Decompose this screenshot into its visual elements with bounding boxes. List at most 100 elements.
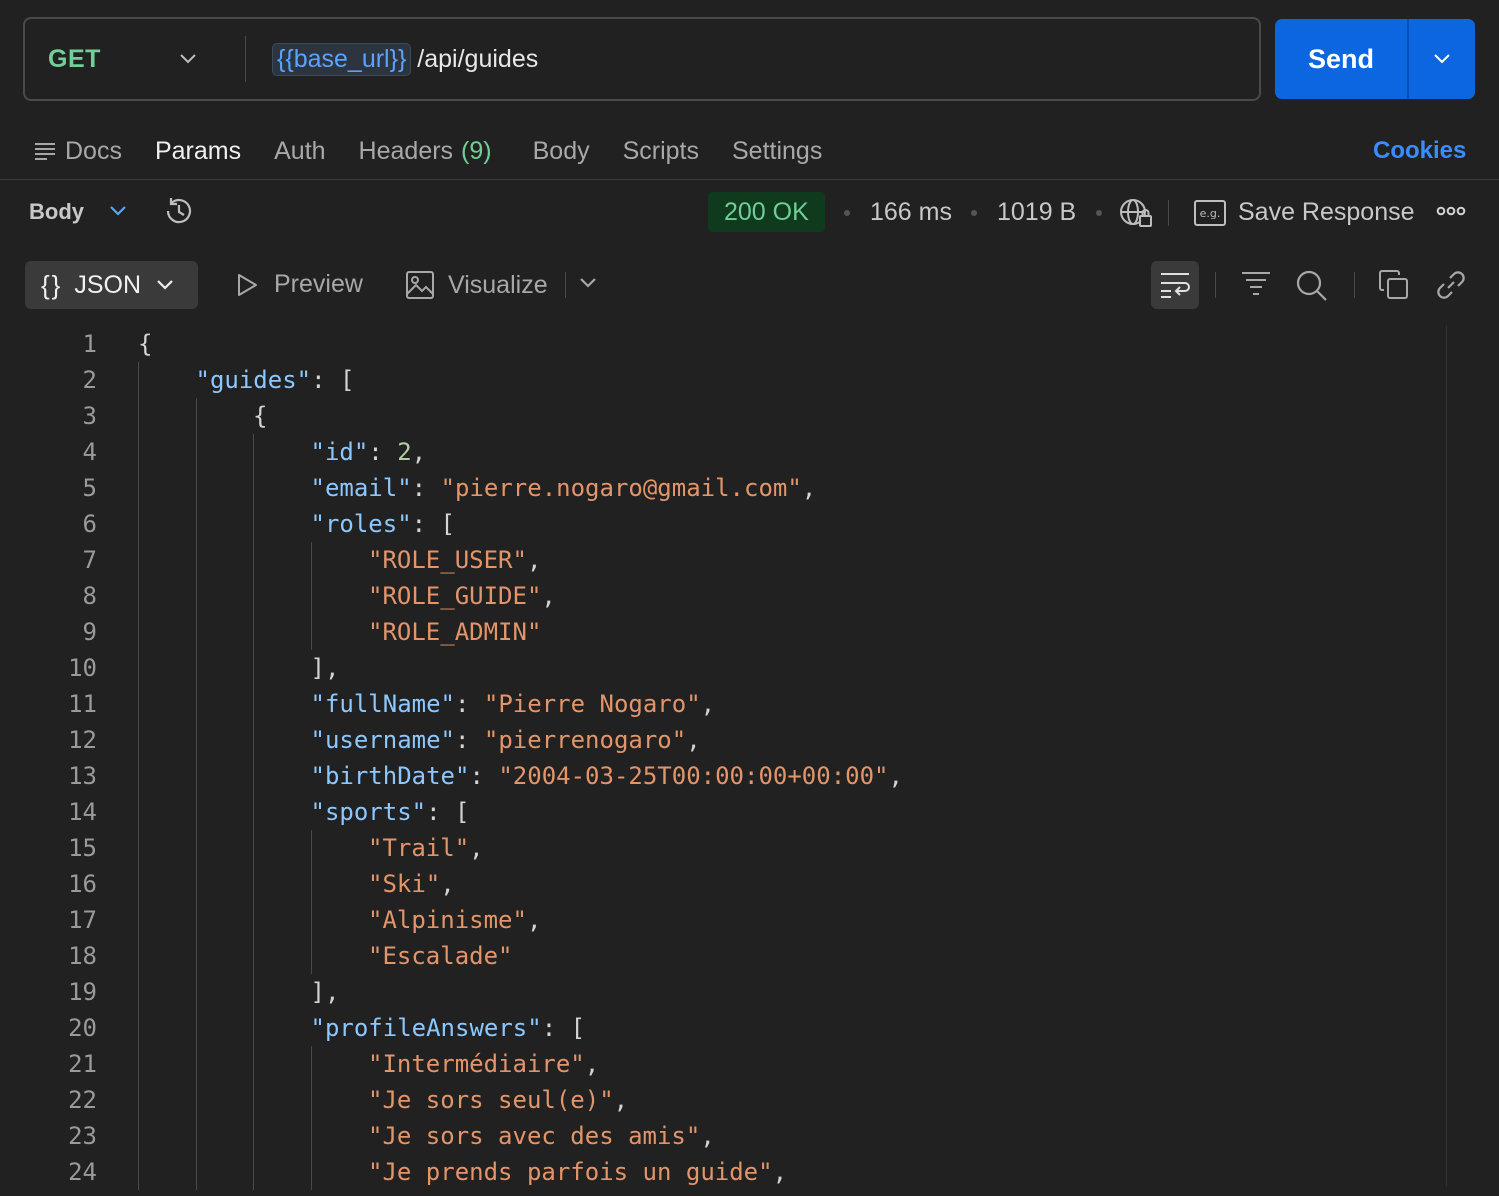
tab-docs[interactable]: Docs xyxy=(34,137,122,166)
json-string: "ROLE_GUIDE" xyxy=(368,582,542,610)
json-number: 2 xyxy=(397,438,412,466)
tab-scripts[interactable]: Scripts xyxy=(623,137,699,166)
line-number: 8 xyxy=(82,582,97,610)
json-punctuation: , xyxy=(469,834,484,862)
code-text: "fullName": "Pierre Nogaro", xyxy=(311,686,716,722)
divider xyxy=(1168,200,1169,226)
method-select[interactable]: GET xyxy=(25,19,245,99)
line-number: 16 xyxy=(68,870,97,898)
json-punctuation: , xyxy=(700,1122,715,1150)
code-line: 24 "Je prends parfois un guide", xyxy=(0,1154,1440,1190)
code-line: 11 "fullName": "Pierre Nogaro", xyxy=(0,686,1440,722)
json-string: "ROLE_USER" xyxy=(368,546,527,574)
network-globe-icon[interactable] xyxy=(1118,197,1154,229)
line-number: 24 xyxy=(68,1158,97,1186)
save-response-button[interactable]: Save Response xyxy=(1238,198,1415,227)
code-line: 10], xyxy=(0,650,1440,686)
preview-button[interactable]: Preview xyxy=(234,270,363,299)
json-string: "ROLE_ADMIN" xyxy=(368,618,542,646)
tab-headers[interactable]: Headers (9) xyxy=(359,137,492,166)
json-punctuation: , xyxy=(686,726,701,754)
line-number: 2 xyxy=(82,366,97,394)
json-punctuation: : xyxy=(368,438,398,466)
line-number: 19 xyxy=(68,978,97,1006)
chevron-down-icon xyxy=(1434,54,1450,64)
code-text: "ROLE_GUIDE", xyxy=(368,578,556,614)
chevron-down-icon[interactable] xyxy=(578,276,598,290)
code-text: "ROLE_USER", xyxy=(368,542,541,578)
code-line: 17 "Alpinisme", xyxy=(0,902,1440,938)
line-number: 15 xyxy=(68,834,97,862)
code-line: 19], xyxy=(0,974,1440,1010)
json-punctuation: : xyxy=(455,726,484,754)
url-path: /api/guides xyxy=(417,44,539,73)
chevron-down-icon xyxy=(180,54,196,64)
search-icon[interactable] xyxy=(1296,270,1328,302)
send-button[interactable]: Send xyxy=(1275,19,1409,99)
json-punctuation: : xyxy=(469,762,499,790)
json-punctuation: , xyxy=(526,906,542,934)
history-icon[interactable] xyxy=(162,194,196,228)
json-string: "Je prends parfois un guide" xyxy=(368,1158,773,1186)
tab-auth[interactable]: Auth xyxy=(274,137,325,166)
format-select[interactable]: {} JSON xyxy=(25,261,198,309)
filter-icon[interactable] xyxy=(1241,270,1271,298)
json-punctuation: , xyxy=(700,690,716,718)
line-number: 3 xyxy=(82,402,97,430)
copy-icon[interactable] xyxy=(1379,270,1409,300)
code-text: "Je sors seul(e)", xyxy=(368,1082,628,1118)
separator-dot xyxy=(844,210,850,216)
tab-body[interactable]: Body xyxy=(533,137,590,166)
indent-guide xyxy=(310,542,312,650)
json-string: "2004-03-25T00:00:00+00:00" xyxy=(498,762,889,790)
link-icon[interactable] xyxy=(1436,270,1466,300)
tab-settings[interactable]: Settings xyxy=(732,137,822,166)
json-punctuation: , xyxy=(888,762,903,790)
url-input[interactable]: {{base_url}} /api/guides xyxy=(246,42,539,76)
code-text: "roles": [ xyxy=(311,506,456,542)
code-text: ], xyxy=(311,974,340,1010)
code-line: 23 "Je sors avec des amis", xyxy=(0,1118,1440,1154)
method-label: GET xyxy=(48,44,101,73)
line-number: 4 xyxy=(82,438,97,466)
code-line: 18 "Escalade" xyxy=(0,938,1440,974)
code-text: "username": "pierrenogaro", xyxy=(311,722,701,758)
json-string: "Je sors avec des amis" xyxy=(368,1122,701,1150)
docs-icon xyxy=(35,143,55,160)
response-body-select[interactable]: Body xyxy=(29,199,84,225)
code-line: 9 "ROLE_ADMIN" xyxy=(0,614,1440,650)
more-options-icon[interactable] xyxy=(1436,204,1466,218)
indent-guide xyxy=(253,434,254,1190)
play-icon xyxy=(238,273,257,296)
send-options-button[interactable] xyxy=(1409,19,1475,99)
status-badge[interactable]: 200 OK xyxy=(708,192,825,232)
code-line: 1{ xyxy=(0,326,1440,362)
example-icon[interactable]: e.g. xyxy=(1194,200,1226,226)
tab-params[interactable]: Params xyxy=(155,137,241,166)
visualize-label: Visualize xyxy=(448,270,548,299)
divider xyxy=(1354,272,1355,298)
json-punctuation: ], xyxy=(310,978,340,1006)
response-code-viewer[interactable]: 1{2 "guides": [3{4 "id": 2, 5 "email": "pier… xyxy=(0,326,1499,1196)
cookies-link[interactable]: Cookies xyxy=(1373,137,1466,165)
json-punctuation: { xyxy=(138,330,153,358)
code-line: 14 "sports": [ xyxy=(0,794,1440,830)
divider xyxy=(1215,272,1216,298)
code-text: "id": 2, xyxy=(311,434,427,470)
line-number: 22 xyxy=(68,1086,97,1114)
tab-label: Docs xyxy=(65,136,122,165)
json-punctuation: ], xyxy=(310,654,340,682)
preview-label: Preview xyxy=(274,270,363,298)
url-variable[interactable]: {{base_url}} xyxy=(272,42,412,76)
wrap-lines-button[interactable] xyxy=(1151,261,1199,309)
visualize-button[interactable]: Visualize xyxy=(405,270,548,300)
indent-guide xyxy=(195,398,197,1190)
json-punctuation: , xyxy=(613,1086,629,1114)
code-text: "Intermédiaire", xyxy=(368,1046,599,1082)
chevron-down-icon[interactable] xyxy=(108,204,128,218)
tab-label: Settings xyxy=(732,136,823,165)
response-time[interactable]: 166 ms xyxy=(870,198,952,227)
response-size[interactable]: 1019 B xyxy=(997,198,1076,227)
scrollbar[interactable] xyxy=(1446,326,1476,1186)
tab-label: Scripts xyxy=(622,136,699,165)
